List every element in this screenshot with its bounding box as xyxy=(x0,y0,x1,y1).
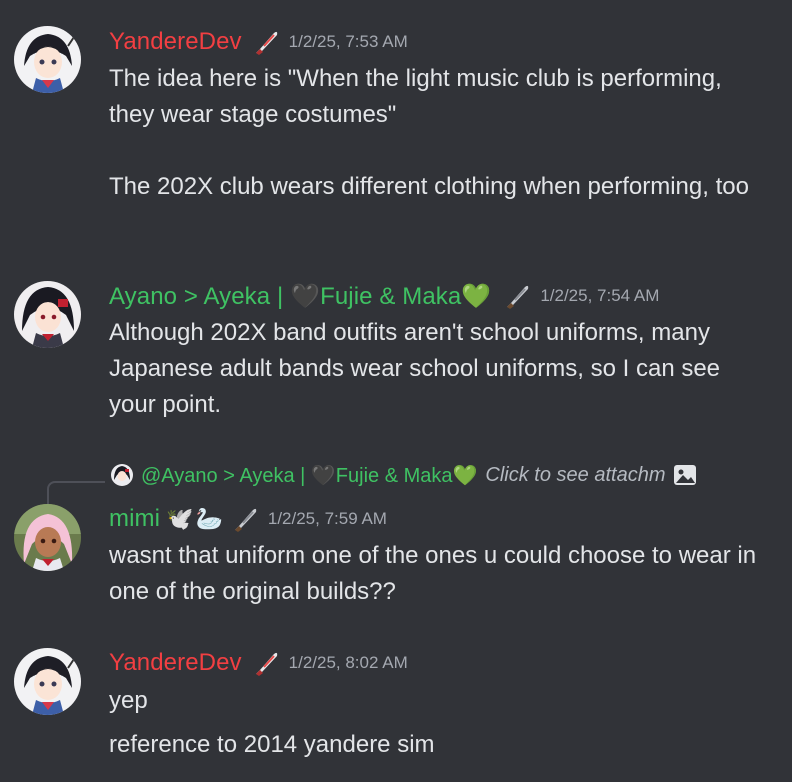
message-paragraph: The idea here is "When the light music c… xyxy=(109,65,722,128)
message-content: Although 202X band outfits aren't school… xyxy=(109,315,759,423)
reply-mention-prefix: @Ayano > Ayeka | xyxy=(141,464,311,487)
timestamp[interactable]: 1/2/25, 7:59 AM xyxy=(268,509,387,529)
knife-icon xyxy=(231,504,261,534)
black-heart-emoji: 🖤 xyxy=(290,282,321,310)
green-heart-emoji: 💚 xyxy=(452,464,478,487)
message-header: YandereDev 1/2/25, 7:53 AM xyxy=(109,27,408,57)
dove-emoji: 🕊️ xyxy=(166,506,194,531)
message-paragraph: Although 202X band outfits aren't school… xyxy=(109,319,721,418)
green-heart-emoji: 💚 xyxy=(461,282,492,310)
message-paragraph: yep xyxy=(109,687,148,714)
knife-icon xyxy=(503,281,533,311)
message-paragraph: wasnt that uniform one of the ones u cou… xyxy=(109,542,757,605)
avatar-image xyxy=(14,648,81,715)
message-content: wasnt that uniform one of the ones u cou… xyxy=(109,538,759,610)
username[interactable]: YandereDev xyxy=(109,649,242,677)
timestamp[interactable]: 1/2/25, 7:54 AM xyxy=(540,286,659,306)
message-header: Ayano > Ayeka | 🖤Fujie & Maka💚 1/2/25, 7… xyxy=(109,281,659,311)
avatar-image xyxy=(14,26,81,93)
message-header: mimi 🕊️ 🦢 1/2/25, 7:59 AM xyxy=(109,504,387,534)
knife-icon xyxy=(252,648,282,678)
avatar-image xyxy=(14,281,81,348)
chat-window: { "messages": [ { "username": "YandereDe… xyxy=(0,0,792,782)
swan-emoji: 🦢 xyxy=(195,506,223,531)
username-emojis: 🕊️ 🦢 xyxy=(166,506,223,532)
reply-spine xyxy=(47,481,105,505)
reply-attachment-link[interactable]: Click to see attachment xyxy=(485,464,665,487)
username[interactable]: Ayano > Ayeka | 🖤Fujie & Maka💚 xyxy=(109,282,491,311)
message-content: The idea here is "When the light music c… xyxy=(109,61,759,205)
message-paragraph: The 202X club wears different clothing w… xyxy=(109,173,749,200)
avatar-yanderedev[interactable] xyxy=(14,26,81,93)
reply-avatar xyxy=(111,464,133,486)
username[interactable]: YandereDev xyxy=(109,28,242,56)
image-icon xyxy=(671,461,699,489)
username-prefix: Ayano > Ayeka | xyxy=(109,282,291,310)
reply-mention-mid: Fujie & Maka xyxy=(335,464,453,487)
black-heart-emoji: 🖤 xyxy=(310,464,336,487)
message-header: YandereDev 1/2/25, 8:02 AM xyxy=(109,648,408,678)
message-content: yep reference to 2014 yandere sim xyxy=(109,683,759,763)
avatar-mimi[interactable] xyxy=(14,504,81,571)
reply-preview[interactable]: @Ayano > Ayeka | 🖤Fujie & Maka💚 Click to… xyxy=(111,461,699,489)
avatar-image xyxy=(14,504,81,571)
username-mid: Fujie & Maka xyxy=(320,282,462,310)
message-paragraph: reference to 2014 yandere sim xyxy=(109,731,435,758)
avatar-ayano[interactable] xyxy=(14,281,81,348)
reply-mention[interactable]: @Ayano > Ayeka | 🖤Fujie & Maka💚 xyxy=(141,463,477,488)
timestamp[interactable]: 1/2/25, 8:02 AM xyxy=(289,653,408,673)
avatar-yanderedev[interactable] xyxy=(14,648,81,715)
timestamp[interactable]: 1/2/25, 7:53 AM xyxy=(289,32,408,52)
knife-icon xyxy=(252,27,282,57)
username[interactable]: mimi xyxy=(109,505,160,533)
